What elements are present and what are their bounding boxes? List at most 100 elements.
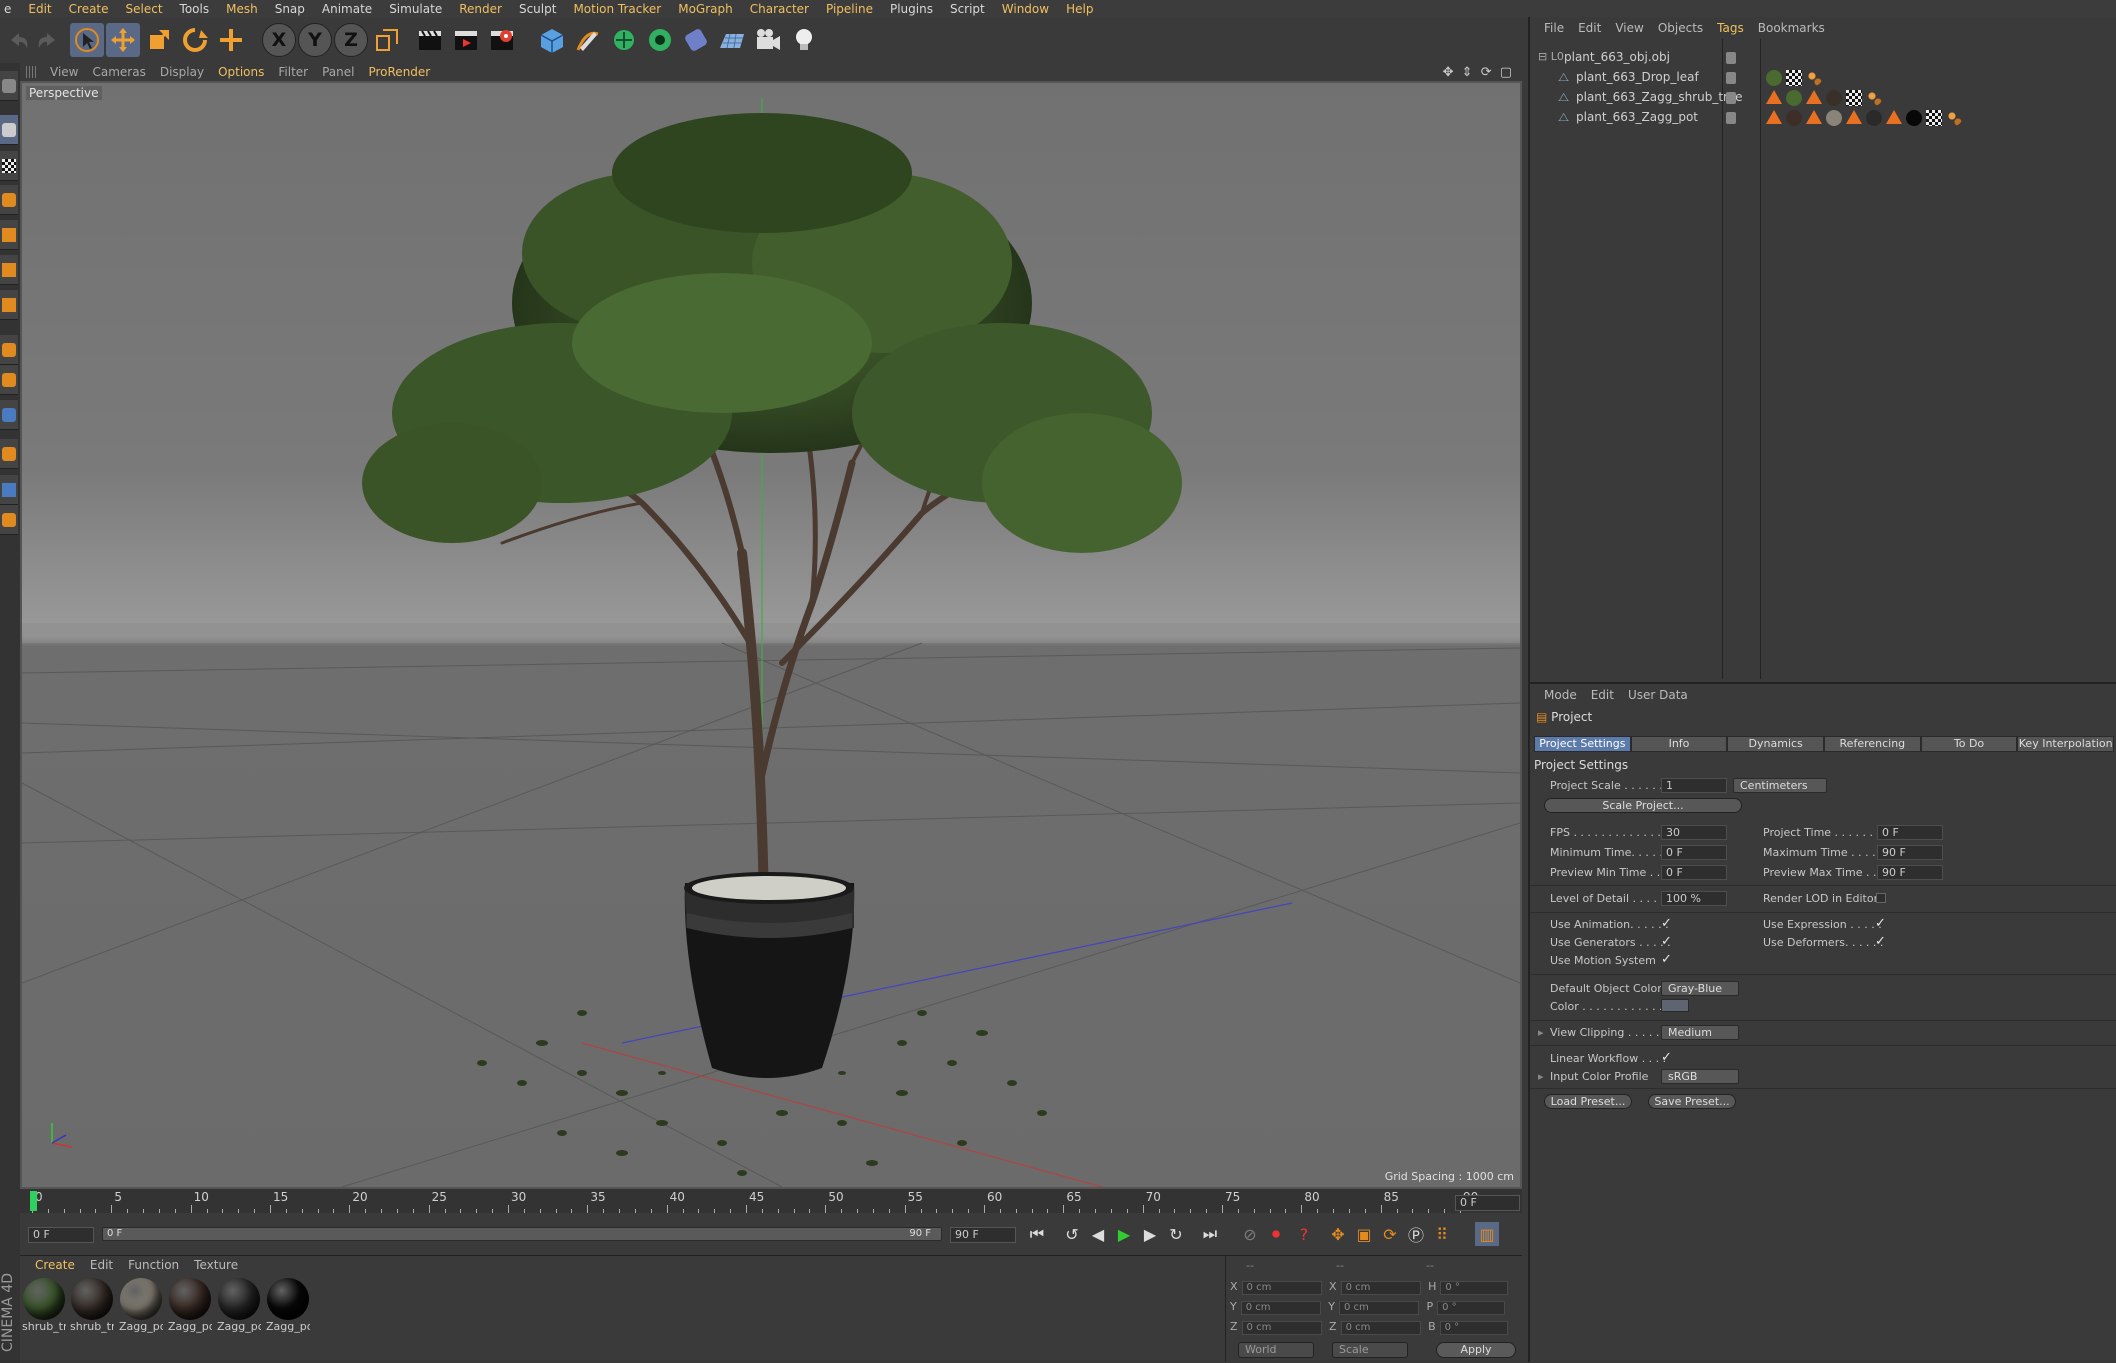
- position-x-field[interactable]: 0 cm: [1241, 1281, 1322, 1295]
- use-expression-checkbox[interactable]: ✓: [1875, 917, 1887, 930]
- texture-mode-button[interactable]: [0, 151, 18, 181]
- snap-button[interactable]: [0, 400, 18, 430]
- viewport-menu-filter[interactable]: Filter: [278, 65, 308, 79]
- subdivision-button[interactable]: [607, 23, 641, 57]
- start-frame-field[interactable]: 0 F: [28, 1227, 94, 1243]
- transform-tool-button[interactable]: [214, 23, 248, 57]
- key-scale-button[interactable]: ▣: [1352, 1222, 1376, 1246]
- key-position-button[interactable]: ✥: [1326, 1222, 1350, 1246]
- selection-tag-icon[interactable]: [1946, 110, 1962, 126]
- menu-item-edit[interactable]: Edit: [28, 2, 51, 16]
- phong-tag-icon[interactable]: [1766, 110, 1782, 124]
- project-scale-field[interactable]: 1: [1661, 778, 1727, 793]
- x-axis-lock-button[interactable]: X: [262, 23, 296, 57]
- material-tag-icon[interactable]: [1866, 110, 1882, 126]
- visibility-toggle[interactable]: [1726, 92, 1736, 104]
- solo-button[interactable]: [0, 505, 18, 535]
- goto-end-button[interactable]: ⏭: [1198, 1222, 1222, 1246]
- size-z-field[interactable]: 0 cm: [1340, 1321, 1421, 1335]
- menu-item-sculpt[interactable]: Sculpt: [519, 2, 556, 16]
- menu-item-create[interactable]: Create: [69, 2, 109, 16]
- timeline-ruler[interactable]: 051015202530354045505560657075808590: [20, 1189, 1522, 1213]
- phong-tag-icon[interactable]: [1806, 110, 1822, 124]
- prev-frame-button[interactable]: ◀: [1086, 1222, 1110, 1246]
- material-swatch[interactable]: Zagg_po: [217, 1278, 261, 1338]
- material-swatch[interactable]: Zagg_po: [168, 1278, 212, 1338]
- axis-mode-button[interactable]: [0, 335, 18, 365]
- project-scale-unit-dropdown[interactable]: Centimeters: [1733, 778, 1827, 793]
- size-x-field[interactable]: 0 cm: [1340, 1281, 1421, 1295]
- menu-item-animate[interactable]: Animate: [322, 2, 372, 16]
- scale-project-button[interactable]: Scale Project...: [1544, 798, 1742, 813]
- material-swatch[interactable]: Zagg_po: [119, 1278, 163, 1338]
- material-tag-icon[interactable]: [1826, 90, 1842, 106]
- selection-tag-icon[interactable]: [1806, 70, 1822, 86]
- key-rotation-button[interactable]: ⟳: [1378, 1222, 1402, 1246]
- menu-item-script[interactable]: Script: [950, 2, 985, 16]
- camera-button[interactable]: [751, 23, 785, 57]
- material-swatch[interactable]: shrub_tr: [22, 1278, 66, 1338]
- polygons-mode-button[interactable]: [0, 290, 18, 320]
- material-tag-icon[interactable]: [1786, 90, 1802, 106]
- next-key-button[interactable]: ↻: [1164, 1222, 1188, 1246]
- viewport-menu-cameras[interactable]: Cameras: [92, 65, 145, 79]
- tab-info[interactable]: Info: [1630, 736, 1728, 752]
- visibility-toggle[interactable]: [1726, 52, 1736, 64]
- apply-button[interactable]: Apply: [1436, 1342, 1516, 1358]
- viewport-camera-label[interactable]: Perspective: [26, 86, 102, 100]
- material-tag-icon[interactable]: [1906, 110, 1922, 126]
- material-menu-texture[interactable]: Texture: [194, 1258, 238, 1272]
- fps-field[interactable]: 30: [1661, 825, 1727, 840]
- tab-dynamics[interactable]: Dynamics: [1727, 736, 1825, 752]
- points-mode-button[interactable]: [0, 220, 18, 250]
- am-menu-mode[interactable]: Mode: [1544, 688, 1577, 702]
- selection-tag-icon[interactable]: [1866, 90, 1882, 106]
- menu-item-pipeline[interactable]: Pipeline: [826, 2, 873, 16]
- render-settings-button[interactable]: [485, 23, 519, 57]
- max-time-field[interactable]: 90 F: [1877, 845, 1943, 860]
- preview-max-field[interactable]: 90 F: [1877, 865, 1943, 880]
- phong-tag-icon[interactable]: [1846, 110, 1862, 124]
- am-menu-user-data[interactable]: User Data: [1628, 688, 1688, 702]
- viewport-menu-options[interactable]: Options: [218, 65, 264, 79]
- load-preset-button[interactable]: Load Preset...: [1544, 1094, 1632, 1109]
- object-row[interactable]: ⧍ plant_663_Drop_leaf: [1530, 68, 2116, 88]
- save-preset-button[interactable]: Save Preset...: [1648, 1094, 1736, 1109]
- am-menu-edit[interactable]: Edit: [1591, 688, 1614, 702]
- prev-key-button[interactable]: ↺: [1060, 1222, 1084, 1246]
- material-menu-create[interactable]: Create: [35, 1258, 75, 1272]
- tab-key-interpolation[interactable]: Key Interpolation: [2017, 736, 2115, 752]
- rotation-p-field[interactable]: 0 °: [1437, 1301, 1506, 1315]
- phong-tag-icon[interactable]: [1886, 110, 1902, 124]
- material-swatch[interactable]: Zagg_po: [266, 1278, 310, 1338]
- menu-item-select[interactable]: Select: [126, 2, 163, 16]
- model-mode-button[interactable]: [0, 115, 18, 145]
- scale-tool-button[interactable]: [142, 23, 176, 57]
- live-selection-button[interactable]: [70, 23, 104, 57]
- floor-button[interactable]: [715, 23, 749, 57]
- y-axis-lock-button[interactable]: Y: [298, 23, 332, 57]
- menu-item-mesh[interactable]: Mesh: [226, 2, 258, 16]
- material-tag-icon[interactable]: [1766, 70, 1782, 86]
- menu-item-snap[interactable]: Snap: [275, 2, 305, 16]
- viewport-menu-view[interactable]: View: [50, 65, 78, 79]
- om-menu-bookmarks[interactable]: Bookmarks: [1758, 21, 1825, 35]
- om-menu-file[interactable]: File: [1544, 21, 1564, 35]
- expand-arrow-icon[interactable]: ▸: [1538, 1026, 1544, 1039]
- color-swatch[interactable]: [1661, 999, 1689, 1012]
- menu-item-window[interactable]: Window: [1002, 2, 1049, 16]
- material-menu-edit[interactable]: Edit: [90, 1258, 113, 1272]
- default-object-color-dropdown[interactable]: Gray-Blue: [1661, 981, 1739, 996]
- use-animation-checkbox[interactable]: ✓: [1661, 917, 1673, 930]
- project-time-field[interactable]: 0 F: [1877, 825, 1943, 840]
- size-mode-dropdown[interactable]: Scale: [1332, 1342, 1408, 1358]
- record-button[interactable]: ⏺: [1264, 1222, 1288, 1246]
- light-button[interactable]: [787, 23, 821, 57]
- add-cube-button[interactable]: [535, 23, 569, 57]
- tab-referencing[interactable]: Referencing: [1824, 736, 1921, 752]
- edges-mode-button[interactable]: [0, 255, 18, 285]
- object-row[interactable]: ⧍ plant_663_Zagg_pot: [1530, 108, 2116, 128]
- expand-arrow-icon[interactable]: ▸: [1538, 1070, 1544, 1083]
- lod-field[interactable]: 100 %: [1661, 891, 1727, 906]
- visibility-toggle[interactable]: [1726, 112, 1736, 124]
